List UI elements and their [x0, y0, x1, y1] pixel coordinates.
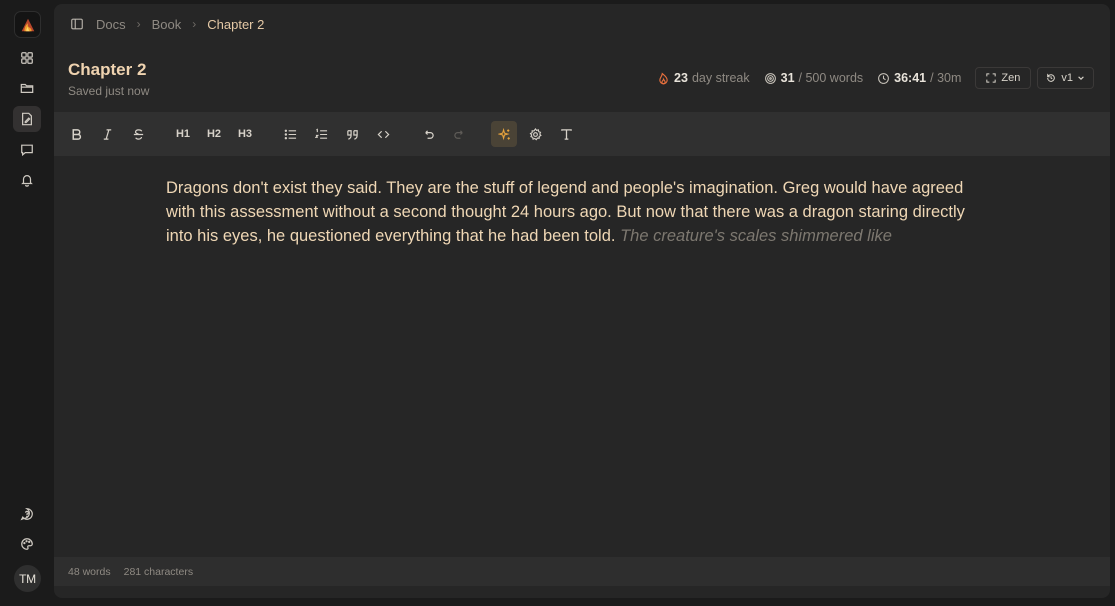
- undo-icon: [424, 129, 434, 139]
- chevron-right-icon: ›: [192, 17, 197, 31]
- editor-panel: Docs › Book › Chapter 2 Chapter 2 Saved …: [54, 4, 1110, 598]
- breadcrumb-book[interactable]: Book: [152, 17, 182, 32]
- character-count: 281 characters: [123, 565, 194, 578]
- redo-button[interactable]: [446, 121, 472, 147]
- words-value: 31: [780, 71, 795, 85]
- heading-1-label: H1: [175, 128, 191, 140]
- comments-button[interactable]: [13, 137, 41, 163]
- flame-icon: [659, 72, 668, 84]
- streak-stat: 23 day streak: [657, 71, 750, 85]
- quote-icon: [346, 129, 358, 140]
- app-rail: TM: [0, 0, 54, 606]
- help-button[interactable]: [13, 501, 41, 527]
- breadcrumb-docs[interactable]: Docs: [96, 17, 126, 32]
- status-bar: 48 words 281 characters: [54, 557, 1110, 586]
- editor-button[interactable]: [13, 106, 41, 132]
- theme-button[interactable]: [13, 531, 41, 557]
- text-style-button[interactable]: [553, 121, 579, 147]
- clock-icon: [878, 72, 890, 84]
- code-icon: [377, 130, 389, 138]
- bullet-list-button[interactable]: [277, 121, 303, 147]
- zen-label: Zen: [1001, 72, 1021, 84]
- italic-button[interactable]: [94, 121, 120, 147]
- writing-stats: 23 day streak 31 / 500 words 36:41 / 30m…: [657, 67, 1094, 89]
- gear-icon: [529, 127, 542, 141]
- app-logo[interactable]: [14, 11, 41, 38]
- numbered-list-icon: [314, 127, 327, 139]
- settings-button[interactable]: [522, 121, 548, 147]
- grid-icon: [21, 52, 33, 64]
- redo-icon: [453, 129, 463, 139]
- ai-suggestion[interactable]: The creature's scales shimmered like: [620, 227, 892, 245]
- save-status: Saved just now: [68, 84, 150, 98]
- document-edit-icon: [22, 112, 32, 126]
- bold-button[interactable]: [63, 121, 89, 147]
- version-dropdown[interactable]: v1: [1037, 67, 1094, 89]
- chevron-right-icon: ›: [136, 17, 141, 31]
- streak-value: 23: [674, 71, 688, 85]
- breadcrumb: Docs › Book › Chapter 2: [70, 16, 264, 32]
- streak-label: day streak: [691, 71, 750, 85]
- timer-goal: / 30m: [930, 71, 962, 85]
- history-icon: [1047, 73, 1056, 82]
- breadcrumb-current: Chapter 2: [207, 16, 265, 32]
- heading-2-button[interactable]: H2: [201, 121, 227, 147]
- words-goal: / 500 words: [798, 71, 864, 85]
- fire-logo-icon: [21, 18, 34, 31]
- words-stat: 31 / 500 words: [764, 71, 864, 85]
- strikethrough-icon: [133, 128, 143, 140]
- bold-icon: [72, 128, 81, 140]
- numbered-list-button[interactable]: [308, 121, 334, 147]
- zen-mode-button[interactable]: Zen: [975, 67, 1032, 89]
- notifications-button[interactable]: [13, 167, 41, 193]
- sidebar-toggle-icon: [71, 18, 83, 30]
- version-label: v1: [1061, 72, 1073, 84]
- palette-icon: [21, 538, 33, 550]
- timer-value: 36:41: [894, 71, 927, 85]
- dashboard-button[interactable]: [13, 45, 41, 71]
- blockquote-button[interactable]: [339, 121, 365, 147]
- strikethrough-button[interactable]: [125, 121, 151, 147]
- word-count: 48 words: [68, 565, 111, 578]
- user-avatar[interactable]: TM: [14, 565, 41, 592]
- page-title: Chapter 2: [68, 60, 147, 79]
- timer-stat: 36:41 / 30m: [877, 71, 961, 85]
- editor-content[interactable]: Dragons don't exist they said. They are …: [166, 176, 966, 248]
- files-button[interactable]: [13, 75, 41, 101]
- help-icon: [20, 508, 33, 521]
- heading-3-button[interactable]: H3: [232, 121, 258, 147]
- sidebar-toggle-button[interactable]: [70, 17, 84, 31]
- heading-2-label: H2: [206, 128, 222, 140]
- undo-button[interactable]: [415, 121, 441, 147]
- text-format-icon: [560, 128, 572, 140]
- ai-sparkle-icon: [497, 127, 510, 140]
- chat-icon: [21, 144, 33, 157]
- heading-1-button[interactable]: H1: [170, 121, 196, 147]
- target-icon: [764, 72, 776, 84]
- italic-icon: [103, 128, 111, 140]
- formatting-toolbar: H1 H2 H3: [54, 112, 1110, 156]
- ai-assist-button[interactable]: [491, 121, 517, 147]
- folder-icon: [20, 83, 34, 93]
- bell-icon: [21, 175, 33, 187]
- code-button[interactable]: [370, 121, 396, 147]
- heading-3-label: H3: [237, 128, 253, 140]
- expand-icon: [986, 73, 997, 83]
- chevron-down-icon: [1078, 76, 1084, 80]
- bullet-list-icon: [284, 129, 296, 139]
